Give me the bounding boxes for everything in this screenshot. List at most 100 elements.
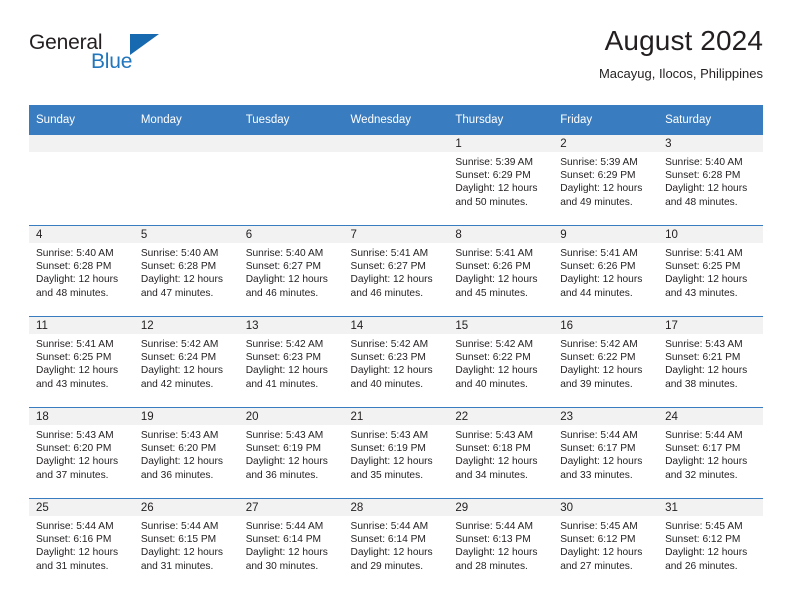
- calendar-day-cell[interactable]: 8 Sunrise: 5:41 AM Sunset: 6:26 PM Daylight…: [448, 225, 554, 317]
- calendar-day-cell-empty: [343, 134, 449, 226]
- sunrise-time: Sunrise: 5:44 AM: [36, 521, 114, 532]
- calendar-week-row: 4 Sunrise: 5:40 AM Sunset: 6:28 PM Daylight…: [29, 225, 763, 317]
- calendar-day-cell[interactable]: 30 Sunrise: 5:45 AM Sunset: 6:12 PM Dayligh…: [553, 498, 659, 589]
- day-details: [134, 152, 239, 156]
- daylight-duration-line-2: and 30 minutes.: [245, 560, 319, 572]
- daylight-duration-line-1: Daylight: 12 hours: [455, 183, 538, 195]
- calendar-day-cell[interactable]: 2 Sunrise: 5:39 AM Sunset: 6:29 PM Daylight…: [553, 134, 659, 226]
- daylight-duration-line-2: and 31 minutes.: [36, 560, 109, 572]
- sunrise-time: Sunrise: 5:41 AM: [350, 248, 429, 259]
- daylight-duration-line-2: and 37 minutes.: [36, 469, 109, 481]
- calendar-day-cell[interactable]: 11 Sunrise: 5:41 AM Sunset: 6:25 PM Dayligh…: [29, 316, 134, 408]
- calendar-day-cell[interactable]: 18 Sunrise: 5:43 AM Sunset: 6:20 PM Dayligh…: [29, 407, 134, 499]
- daylight-duration-line-2: and 28 minutes.: [455, 560, 528, 572]
- daylight-duration-line-1: Daylight: 12 hours: [560, 365, 643, 377]
- calendar-day-cell[interactable]: 22 Sunrise: 5:43 AM Sunset: 6:18 PM Dayligh…: [448, 407, 554, 499]
- calendar-day-cell[interactable]: 23 Sunrise: 5:44 AM Sunset: 6:17 PM Dayligh…: [553, 407, 659, 499]
- calendar-day-cell[interactable]: 13 Sunrise: 5:42 AM Sunset: 6:23 PM Dayligh…: [238, 316, 344, 408]
- calendar-day-cell[interactable]: 9 Sunrise: 5:41 AM Sunset: 6:26 PM Daylight…: [553, 225, 659, 317]
- calendar-day-cell[interactable]: 26 Sunrise: 5:44 AM Sunset: 6:15 PM Dayligh…: [133, 498, 239, 589]
- daylight-duration-line-1: Daylight: 12 hours: [455, 365, 538, 377]
- sunrise-time: Sunrise: 5:43 AM: [140, 430, 219, 441]
- calendar-day-cell[interactable]: 27 Sunrise: 5:44 AM Sunset: 6:14 PM Dayligh…: [238, 498, 344, 589]
- day-details: Sunrise: 5:40 AM Sunset: 6:28 PM Daylight:…: [29, 243, 134, 300]
- sunset-time: Sunset: 6:29 PM: [560, 170, 636, 182]
- sunset-time: Sunset: 6:20 PM: [36, 443, 112, 455]
- day-number: 14: [343, 317, 449, 334]
- daylight-duration-line-1: Daylight: 12 hours: [36, 547, 119, 559]
- daylight-duration-line-1: Daylight: 12 hours: [350, 274, 433, 286]
- daylight-duration-line-1: Daylight: 12 hours: [665, 274, 748, 286]
- calendar-day-cell[interactable]: 25 Sunrise: 5:44 AM Sunset: 6:16 PM Dayligh…: [29, 498, 134, 589]
- day-number: 9: [553, 226, 659, 243]
- sunset-time: Sunset: 6:17 PM: [560, 443, 636, 455]
- sunrise-time: Sunrise: 5:44 AM: [455, 521, 533, 532]
- day-number: 30: [553, 499, 659, 516]
- calendar-day-cell[interactable]: 20 Sunrise: 5:43 AM Sunset: 6:19 PM Dayligh…: [238, 407, 344, 499]
- sunset-time: Sunset: 6:22 PM: [455, 352, 531, 364]
- calendar-day-cell[interactable]: 15 Sunrise: 5:42 AM Sunset: 6:22 PM Dayligh…: [448, 316, 554, 408]
- calendar-day-cell[interactable]: 6 Sunrise: 5:40 AM Sunset: 6:27 PM Daylight…: [238, 225, 344, 317]
- calendar-day-cell[interactable]: 4 Sunrise: 5:40 AM Sunset: 6:28 PM Daylight…: [29, 225, 134, 317]
- day-number: 15: [448, 317, 554, 334]
- calendar-day-cell[interactable]: 31 Sunrise: 5:45 AM Sunset: 6:12 PM Dayligh…: [658, 498, 763, 589]
- calendar-day-cell[interactable]: 29 Sunrise: 5:44 AM Sunset: 6:13 PM Dayligh…: [448, 498, 554, 589]
- day-details: Sunrise: 5:43 AM Sunset: 6:19 PM Daylight:…: [239, 425, 344, 482]
- day-number: 29: [448, 499, 554, 516]
- calendar-day-cell[interactable]: 12 Sunrise: 5:42 AM Sunset: 6:24 PM Dayligh…: [133, 316, 239, 408]
- day-number: 2: [553, 135, 659, 152]
- calendar-day-cell[interactable]: 28 Sunrise: 5:44 AM Sunset: 6:14 PM Dayligh…: [343, 498, 449, 589]
- page-subtitle: Macayug, Ilocos, Philippines: [598, 66, 763, 81]
- calendar-day-cell[interactable]: 1 Sunrise: 5:39 AM Sunset: 6:29 PM Daylight…: [448, 134, 554, 226]
- sunrise-time: Sunrise: 5:42 AM: [560, 339, 638, 350]
- sunrise-time: Sunrise: 5:39 AM: [560, 157, 638, 168]
- daylight-duration-line-1: Daylight: 12 hours: [665, 365, 748, 377]
- day-details: Sunrise: 5:42 AM Sunset: 6:22 PM Daylight:…: [448, 334, 553, 391]
- sunrise-time: Sunrise: 5:42 AM: [245, 339, 324, 350]
- day-details: Sunrise: 5:40 AM Sunset: 6:28 PM Daylight:…: [134, 243, 239, 300]
- day-details: [29, 152, 134, 156]
- calendar-week-row: 11 Sunrise: 5:41 AM Sunset: 6:25 PM Dayligh…: [29, 316, 763, 408]
- day-details: Sunrise: 5:42 AM Sunset: 6:23 PM Daylight:…: [344, 334, 449, 391]
- calendar-day-cell[interactable]: 5 Sunrise: 5:40 AM Sunset: 6:28 PM Daylight…: [133, 225, 239, 317]
- sunrise-time: Sunrise: 5:43 AM: [245, 430, 324, 441]
- daylight-duration-line-2: and 29 minutes.: [350, 560, 424, 572]
- day-details: Sunrise: 5:43 AM Sunset: 6:20 PM Daylight:…: [134, 425, 239, 482]
- day-number: 21: [343, 408, 449, 425]
- day-number: 25: [29, 499, 134, 516]
- weekday-header-sunday: Sunday: [29, 105, 134, 135]
- calendar-day-cell[interactable]: 7 Sunrise: 5:41 AM Sunset: 6:27 PM Daylight…: [343, 225, 449, 317]
- daylight-duration-line-1: Daylight: 12 hours: [245, 547, 328, 559]
- sunset-time: Sunset: 6:13 PM: [455, 534, 531, 546]
- calendar-day-cell[interactable]: 3 Sunrise: 5:40 AM Sunset: 6:28 PM Daylight…: [658, 134, 763, 226]
- day-details: Sunrise: 5:41 AM Sunset: 6:25 PM Daylight:…: [658, 243, 763, 300]
- calendar-day-cell[interactable]: 16 Sunrise: 5:42 AM Sunset: 6:22 PM Dayligh…: [553, 316, 659, 408]
- day-details: Sunrise: 5:42 AM Sunset: 6:23 PM Daylight:…: [239, 334, 344, 391]
- day-details: Sunrise: 5:41 AM Sunset: 6:26 PM Daylight:…: [448, 243, 553, 300]
- daylight-duration-line-1: Daylight: 12 hours: [665, 183, 748, 195]
- day-details: Sunrise: 5:39 AM Sunset: 6:29 PM Daylight:…: [553, 152, 658, 209]
- calendar-header-row: Sunday Monday Tuesday Wednesday Thursday…: [29, 105, 763, 135]
- day-number: 5: [133, 226, 239, 243]
- daylight-duration-line-2: and 43 minutes.: [665, 287, 738, 299]
- sunset-time: Sunset: 6:20 PM: [140, 443, 217, 455]
- daylight-duration-line-1: Daylight: 12 hours: [140, 547, 223, 559]
- day-details: Sunrise: 5:44 AM Sunset: 6:17 PM Daylight:…: [658, 425, 763, 482]
- calendar-day-cell[interactable]: 10 Sunrise: 5:41 AM Sunset: 6:25 PM Dayligh…: [658, 225, 763, 317]
- calendar-day-cell[interactable]: 19 Sunrise: 5:43 AM Sunset: 6:20 PM Dayligh…: [133, 407, 239, 499]
- calendar-day-cell[interactable]: 14 Sunrise: 5:42 AM Sunset: 6:23 PM Dayligh…: [343, 316, 449, 408]
- page-title: August 2024: [604, 25, 763, 56]
- day-number: 23: [553, 408, 659, 425]
- daylight-duration-line-2: and 31 minutes.: [140, 560, 214, 572]
- day-details: [239, 152, 344, 156]
- sunset-time: Sunset: 6:22 PM: [560, 352, 636, 364]
- calendar-day-cell[interactable]: 21 Sunrise: 5:43 AM Sunset: 6:19 PM Dayligh…: [343, 407, 449, 499]
- daylight-duration-line-2: and 39 minutes.: [560, 378, 633, 390]
- day-details: Sunrise: 5:42 AM Sunset: 6:22 PM Daylight:…: [553, 334, 658, 391]
- calendar-day-cell[interactable]: 24 Sunrise: 5:44 AM Sunset: 6:17 PM Dayligh…: [658, 407, 763, 499]
- day-number: 7: [343, 226, 449, 243]
- calendar-day-cell[interactable]: 17 Sunrise: 5:43 AM Sunset: 6:21 PM Dayligh…: [658, 316, 763, 408]
- day-details: Sunrise: 5:45 AM Sunset: 6:12 PM Daylight:…: [658, 516, 763, 573]
- daylight-duration-line-1: Daylight: 12 hours: [350, 547, 433, 559]
- logo-text-blue: Blue: [91, 50, 133, 73]
